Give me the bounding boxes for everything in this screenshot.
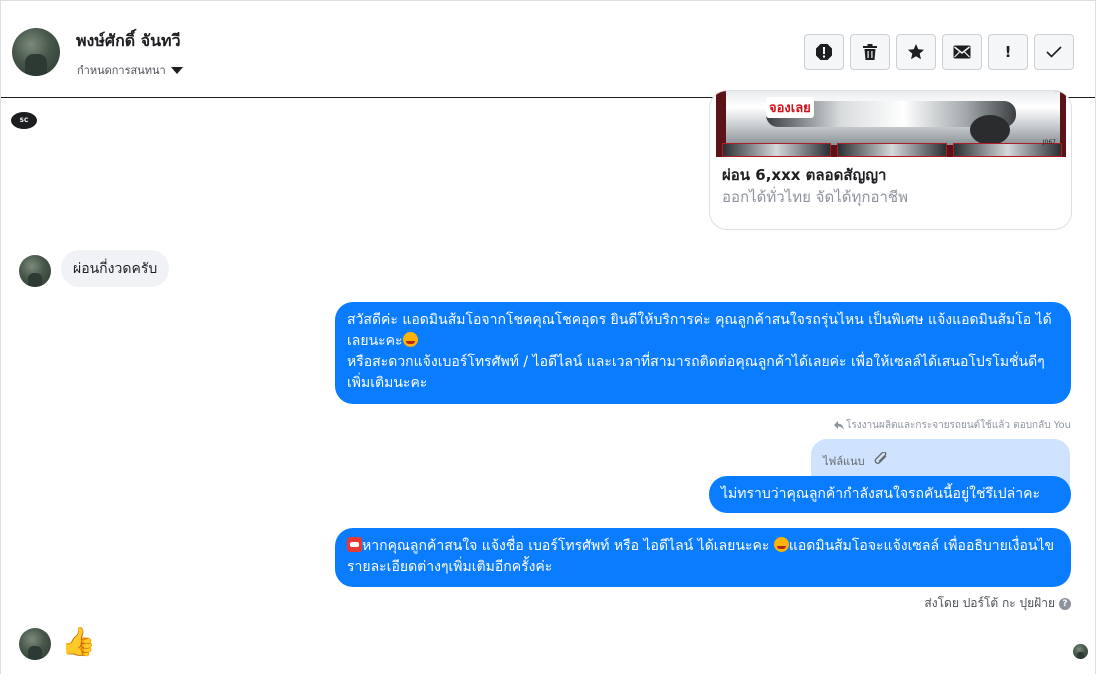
- message-line: หากคุณลูกค้าสนใจ แจ้งชื่อ เบอร์โทรศัพท์ …: [362, 538, 774, 554]
- star-icon: [908, 44, 924, 60]
- star-button[interactable]: [896, 34, 936, 70]
- reply-context-text: โรงงานผลิตและกระจายรถยนต์ใช้แล้ว ตอบกลับ…: [846, 420, 1071, 431]
- incoming-message[interactable]: ผ่อนกี่งวดครับ: [61, 250, 170, 287]
- delete-button[interactable]: [850, 34, 890, 70]
- exclamation-button[interactable]: !: [988, 34, 1028, 70]
- card-subtitle: ออกได้ทั่วไทย จัดได้ทุกอาชีพ: [722, 188, 908, 206]
- outgoing-message[interactable]: สวัสดีค่ะ แอดมินส้มโอจากโชคคุณโชคอุดร ยิ…: [335, 302, 1071, 404]
- exclamation-icon: !: [1004, 43, 1012, 61]
- image-code: J067: [1042, 139, 1056, 146]
- report-button[interactable]: [804, 34, 844, 70]
- heart-eyes-emoji-icon: [402, 332, 418, 347]
- thumbnail-strip: [722, 143, 1062, 157]
- message-text: ไม่ทราบว่าคุณลูกค้ากำลังสนใจรถคันนี้อยู่…: [721, 486, 1040, 502]
- message-text: สวัสดีค่ะ แอดมินส้มโอจากโชคคุณโชคอุดร ยิ…: [347, 310, 1059, 352]
- report-icon: [816, 44, 832, 60]
- contact-avatar[interactable]: [12, 28, 60, 76]
- assign-conversation-dropdown[interactable]: กำหนดการสนทนา: [77, 61, 183, 79]
- mark-done-button[interactable]: [1034, 34, 1074, 70]
- message-text: ผ่อนกี่งวดครับ: [73, 261, 158, 277]
- message-text: หากคุณลูกค้าสนใจ แจ้งชื่อ เบอร์โทรศัพท์ …: [347, 536, 1059, 578]
- outgoing-message[interactable]: ไม่ทราบว่าคุณลูกค้ากำลังสนใจรถคันนี้อยู่…: [709, 476, 1071, 513]
- message-text: หรือสะดวกแจ้งเบอร์โทรศัพท์ / ไอดีไลน์ แล…: [347, 354, 1045, 391]
- page-logo: SC: [11, 112, 37, 129]
- thumbnail: [837, 143, 947, 157]
- contact-name[interactable]: พงษ์ศักดิ์ จันทวี: [76, 29, 181, 54]
- check-icon: [1046, 46, 1062, 58]
- trash-icon: [863, 44, 877, 60]
- message-thread[interactable]: SC จองเลย J067 ผ่อน 6,xxx ตลอดสัญญา ออกไ…: [1, 90, 1095, 674]
- seen-indicator-avatar: [1073, 644, 1088, 659]
- quoted-text: ไฟล์แนบ: [823, 455, 865, 468]
- sent-by-label: ส่งโดย ปอร์โต้ กะ ปุยฝ้าย ?: [924, 594, 1071, 613]
- booking-stamp: จองเลย: [766, 97, 814, 118]
- outgoing-message[interactable]: หากคุณลูกค้าสนใจ แจ้งชื่อ เบอร์โทรศัพท์ …: [335, 528, 1071, 587]
- sent-by-text: ส่งโดย ปอร์โต้ กะ ปุยฝ้าย: [924, 596, 1055, 610]
- car-promo-image[interactable]: จองเลย J067: [716, 91, 1066, 157]
- thumbs-up-emoji-icon[interactable]: 👍: [61, 626, 96, 658]
- thumbnail: [722, 143, 832, 157]
- conversation-header: พงษ์ศักดิ์ จันทวี กำหนดการสนทนา !: [1, 1, 1095, 98]
- help-icon[interactable]: ?: [1059, 597, 1071, 610]
- sender-avatar[interactable]: [19, 255, 51, 287]
- heart-eyes-emoji-icon: [773, 537, 789, 552]
- assign-label: กำหนดการสนทนา: [77, 64, 166, 77]
- sender-avatar[interactable]: [19, 628, 51, 660]
- message-line: สวัสดีค่ะ แอดมินส้มโอจากโชคคุณโชคอุดร ยิ…: [347, 312, 1052, 349]
- card-title[interactable]: ผ่อน 6,xxx ตลอดสัญญา: [722, 163, 886, 187]
- mark-unread-button[interactable]: [942, 34, 982, 70]
- caret-down-icon: [170, 66, 183, 74]
- messenger-conversation-window: พงษ์ศักดิ์ จันทวี กำหนดการสนทนา ! SC จอง…: [0, 0, 1096, 674]
- header-toolbar: !: [804, 34, 1074, 70]
- paperclip-icon: [874, 452, 887, 464]
- envelope-icon: [953, 45, 971, 59]
- reply-context: โรงงานผลิตและกระจายรถยนต์ใช้แล้ว ตอบกลับ…: [834, 418, 1071, 433]
- reply-arrow-icon: [834, 421, 845, 430]
- shared-post-card[interactable]: จองเลย J067 ผ่อน 6,xxx ตลอดสัญญา ออกได้ท…: [709, 90, 1072, 230]
- telephone-emoji-icon: [347, 537, 362, 552]
